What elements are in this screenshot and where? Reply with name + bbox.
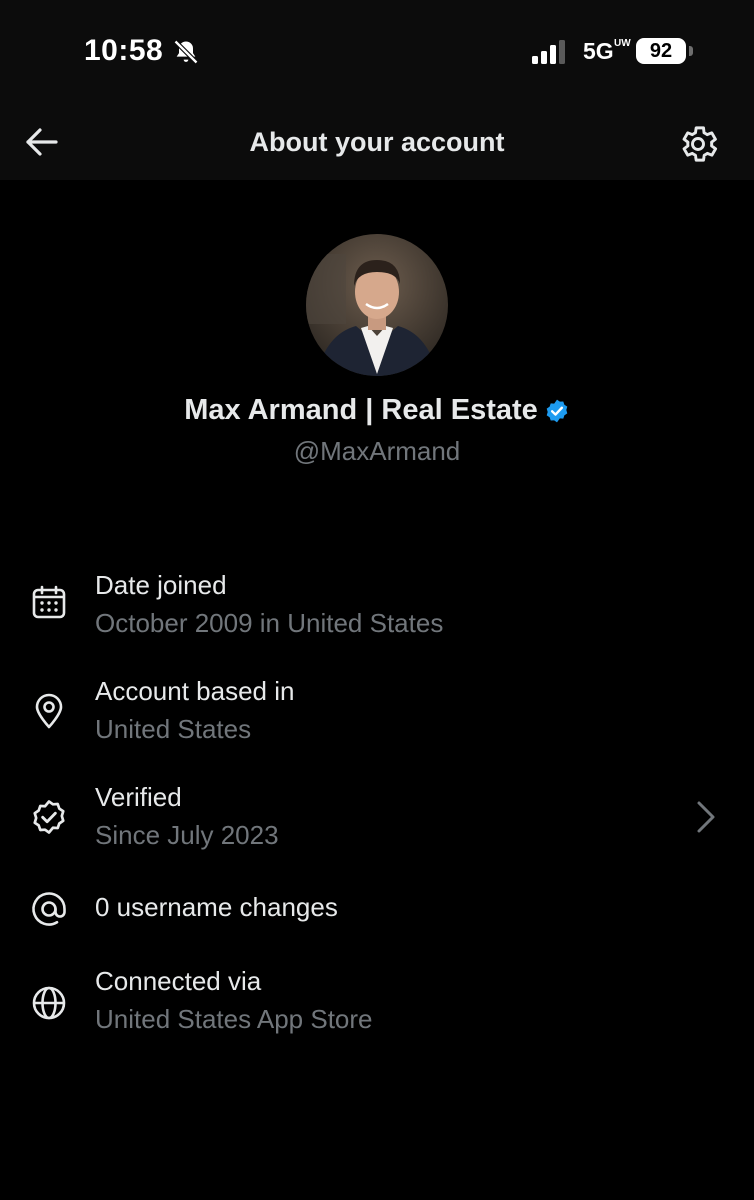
verified-checkmark-icon <box>546 399 568 422</box>
globe-icon <box>32 986 66 1020</box>
battery-level: 92 <box>649 39 673 62</box>
profile-photo <box>306 234 448 376</box>
network-label: 5G <box>583 38 614 64</box>
back-button[interactable] <box>22 122 62 162</box>
settings-button[interactable] <box>676 122 720 166</box>
verified-badge-icon <box>33 800 65 834</box>
calendar-icon <box>32 585 66 619</box>
page-title: About your account <box>249 127 505 157</box>
info-subtitle: October 2009 in United States <box>95 608 444 638</box>
info-title: 0 username changes <box>95 892 338 922</box>
info-title: Connected via <box>95 966 262 996</box>
info-subtitle: United States App Store <box>95 1004 373 1034</box>
info-row-username-changes: 0 username changes <box>0 878 754 942</box>
gear-icon <box>682 126 718 162</box>
info-title: Verified <box>95 782 182 812</box>
status-bar: 10:58 5G UW 92 <box>0 0 754 104</box>
top-app-bar: About your account <box>0 104 754 180</box>
bell-mute-icon <box>173 39 199 65</box>
signal-icon <box>532 40 565 64</box>
network-suffix: UW <box>614 38 631 49</box>
info-subtitle: United States <box>95 714 252 744</box>
status-time: 10:58 <box>84 34 164 67</box>
info-row-account-based-in: Account based in United States <box>0 666 754 756</box>
info-row-verified[interactable]: Verified Since July 2023 <box>0 772 754 862</box>
info-row-connected-via: Connected via United States App Store <box>0 956 754 1046</box>
username-handle: @MaxArmand <box>293 436 461 466</box>
arrow-left-icon <box>26 128 58 156</box>
chevron-right-icon <box>697 801 715 833</box>
battery-cap <box>689 46 693 56</box>
info-row-date-joined: Date joined October 2009 in United State… <box>0 560 754 650</box>
info-subtitle: Since July 2023 <box>95 820 279 850</box>
display-name: Max Armand | Real Estate <box>184 394 538 426</box>
display-name-row: Max Armand | Real Estate <box>0 394 754 427</box>
at-sign-icon <box>32 892 66 926</box>
avatar[interactable] <box>306 234 448 376</box>
info-title: Account based in <box>95 676 295 706</box>
location-pin-icon <box>35 693 63 729</box>
battery-icon: 92 <box>636 38 686 64</box>
info-title: Date joined <box>95 570 227 600</box>
